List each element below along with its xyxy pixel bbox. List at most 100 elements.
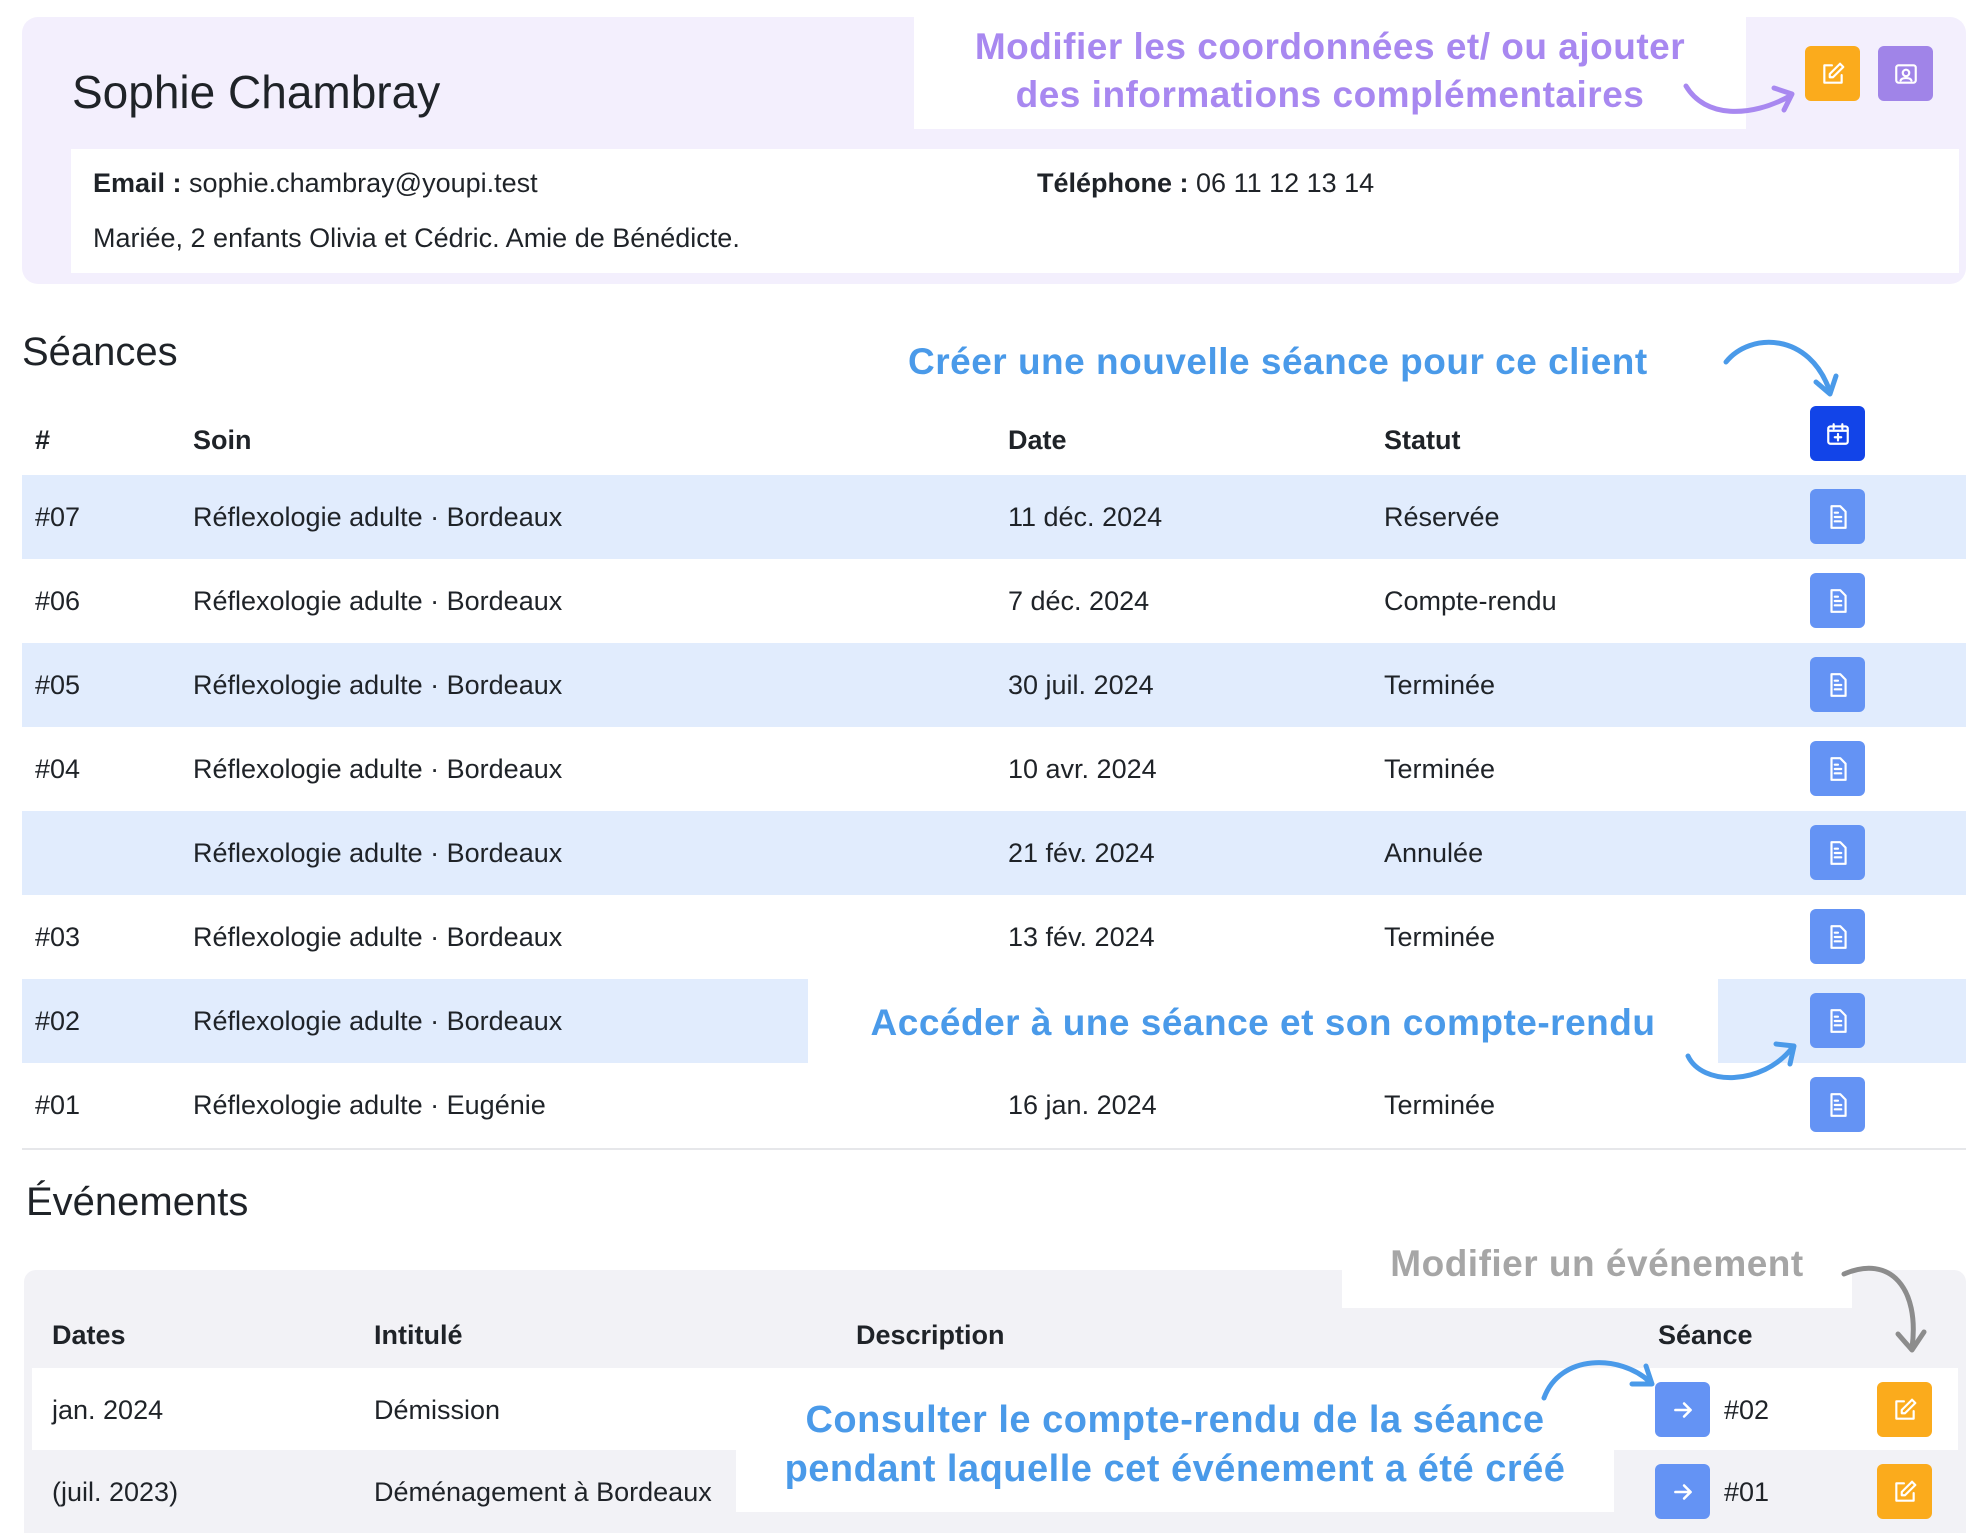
- cell-num: #05: [35, 670, 81, 700]
- annotation-view-report: Consulter le compte-rendu de la séance p…: [736, 1386, 1614, 1512]
- edit-event-button[interactable]: [1877, 1464, 1932, 1519]
- open-session-button[interactable]: [1810, 489, 1865, 544]
- annotation-arrow-view-report: [1541, 1360, 1655, 1401]
- annotation-open-session: Accéder à une séance et son compte-rendu: [808, 979, 1718, 1063]
- open-session-button[interactable]: [1810, 573, 1865, 628]
- client-notes: Mariée, 2 enfants Olivia et Cédric. Amie…: [93, 223, 740, 253]
- cell-num: #06: [35, 586, 81, 616]
- client-name: Sophie Chambray: [72, 66, 441, 118]
- cell-seance: #01: [1724, 1477, 1770, 1507]
- open-session-button[interactable]: [1810, 1077, 1865, 1132]
- open-session-button[interactable]: [1810, 657, 1865, 712]
- open-session-button[interactable]: [1810, 909, 1865, 964]
- events-title: Événements: [26, 1180, 249, 1224]
- annotation-arrow-new-session: [1723, 339, 1839, 397]
- col-header-seance: Séance: [1658, 1320, 1753, 1350]
- cell-num: #03: [35, 922, 81, 952]
- document-icon: [1829, 588, 1847, 613]
- cell-soin: Réflexologie adulte · Eugénie: [193, 1090, 546, 1120]
- client-phone: Téléphone : 06 11 12 13 14: [1037, 168, 1374, 199]
- cell-statut: Terminée: [1384, 754, 1496, 784]
- pencil-square-icon: [1822, 62, 1844, 84]
- email-value: sophie.chambray@youpi.test: [189, 168, 538, 198]
- client-email: Email : sophie.chambray@youpi.test: [93, 168, 538, 199]
- edit-event-button[interactable]: [1877, 1382, 1932, 1437]
- cell-dates: jan. 2024: [52, 1395, 164, 1425]
- table-row: #01 Réflexologie adulte · Eugénie 16 jan…: [22, 1063, 1966, 1147]
- email-label: Email :: [93, 168, 182, 198]
- annotation-arrow-edit-event: [1841, 1265, 1927, 1353]
- table-row: #07 Réflexologie adulte · Bordeaux 11 dé…: [22, 475, 1966, 559]
- cell-statut: Terminée: [1384, 922, 1496, 952]
- col-header-description: Description: [856, 1320, 1005, 1350]
- annotation-edit-client: Modifier les coordonnées et/ ou ajouter …: [914, 17, 1746, 129]
- cell-intitule: Déménagement à Bordeaux: [374, 1477, 712, 1507]
- cell-num: #07: [35, 502, 81, 532]
- table-row: #03 Réflexologie adulte · Bordeaux 13 fé…: [22, 895, 1966, 979]
- view-report-button[interactable]: [1655, 1464, 1710, 1519]
- annotation-edit-event: Modifier un événement: [1342, 1232, 1852, 1308]
- open-session-button[interactable]: [1810, 993, 1865, 1048]
- cell-soin: Réflexologie adulte · Bordeaux: [193, 922, 563, 952]
- arrow-right-icon: [1673, 1401, 1692, 1418]
- cell-statut: Annulée: [1384, 838, 1484, 868]
- cell-statut: Compte-rendu: [1384, 586, 1557, 616]
- annotation-arrow-edit-client: [1683, 83, 1795, 114]
- cell-num: #02: [35, 1006, 81, 1036]
- col-header-intitule: Intitulé: [374, 1320, 463, 1350]
- cell-num: #04: [35, 754, 81, 784]
- document-icon: [1829, 840, 1847, 865]
- cell-statut: Terminée: [1384, 670, 1496, 700]
- col-header-statut: Statut: [1384, 425, 1461, 455]
- view-report-button[interactable]: [1655, 1382, 1710, 1437]
- arrow-right-icon: [1673, 1483, 1692, 1500]
- annotation-arrow-open-session: [1685, 1041, 1797, 1080]
- open-session-button[interactable]: [1810, 825, 1865, 880]
- pencil-square-icon: [1894, 1480, 1916, 1502]
- cell-seance: #02: [1724, 1395, 1770, 1425]
- new-session-button[interactable]: [1810, 406, 1865, 461]
- cell-soin: Réflexologie adulte · Bordeaux: [193, 586, 563, 616]
- cell-dates: (juil. 2023): [52, 1477, 179, 1507]
- cell-date: 13 fév. 2024: [1008, 922, 1155, 952]
- annotation-view-report-line1: Consulter le compte-rendu de la séance: [805, 1399, 1545, 1441]
- cell-num: #01: [35, 1090, 81, 1120]
- table-divider: [22, 1148, 1966, 1150]
- edit-client-button[interactable]: [1805, 46, 1860, 101]
- cell-date: 7 déc. 2024: [1008, 586, 1150, 616]
- document-icon: [1829, 504, 1847, 529]
- cell-soin: Réflexologie adulte · Bordeaux: [193, 670, 563, 700]
- table-row: #06 Réflexologie adulte · Bordeaux 7 déc…: [22, 559, 1966, 643]
- document-icon: [1829, 756, 1847, 781]
- cell-date: 11 déc. 2024: [1008, 502, 1163, 532]
- phone-value: 06 11 12 13 14: [1196, 168, 1375, 198]
- document-icon: [1829, 1092, 1847, 1117]
- open-session-button[interactable]: [1810, 741, 1865, 796]
- document-icon: [1829, 1008, 1847, 1033]
- col-header-dates: Dates: [52, 1320, 126, 1350]
- annotation-edit-client-line2: des informations complémentaires: [1015, 74, 1645, 116]
- cell-date: 16 jan. 2024: [1008, 1090, 1157, 1120]
- col-header-soin: Soin: [193, 425, 252, 455]
- table-row: Réflexologie adulte · Bordeaux 21 fév. 2…: [22, 811, 1966, 895]
- cell-date: 10 avr. 2024: [1008, 754, 1157, 784]
- cell-soin: Réflexologie adulte · Bordeaux: [193, 1006, 563, 1036]
- cell-soin: Réflexologie adulte · Bordeaux: [193, 502, 563, 532]
- phone-label: Téléphone :: [1037, 168, 1189, 198]
- contact-card-icon: [1894, 63, 1917, 84]
- cell-intitule: Démission: [374, 1395, 501, 1425]
- cell-soin: Réflexologie adulte · Bordeaux: [193, 754, 563, 784]
- cell-soin: Réflexologie adulte · Bordeaux: [193, 838, 563, 868]
- cell-date: 30 juil. 2024: [1008, 670, 1154, 700]
- annotation-view-report-line2: pendant laquelle cet événement a été cré…: [784, 1448, 1566, 1491]
- calendar-plus-icon: [1826, 422, 1849, 445]
- document-icon: [1829, 924, 1847, 949]
- table-row: #05 Réflexologie adulte · Bordeaux 30 ju…: [22, 643, 1966, 727]
- contact-card-button[interactable]: [1878, 46, 1933, 101]
- sessions-title: Séances: [22, 330, 178, 374]
- table-row: #04 Réflexologie adulte · Bordeaux 10 av…: [22, 727, 1966, 811]
- pencil-square-icon: [1894, 1398, 1916, 1420]
- cell-statut: Réservée: [1384, 502, 1500, 532]
- document-icon: [1829, 672, 1847, 697]
- cell-date: 21 fév. 2024: [1008, 838, 1155, 868]
